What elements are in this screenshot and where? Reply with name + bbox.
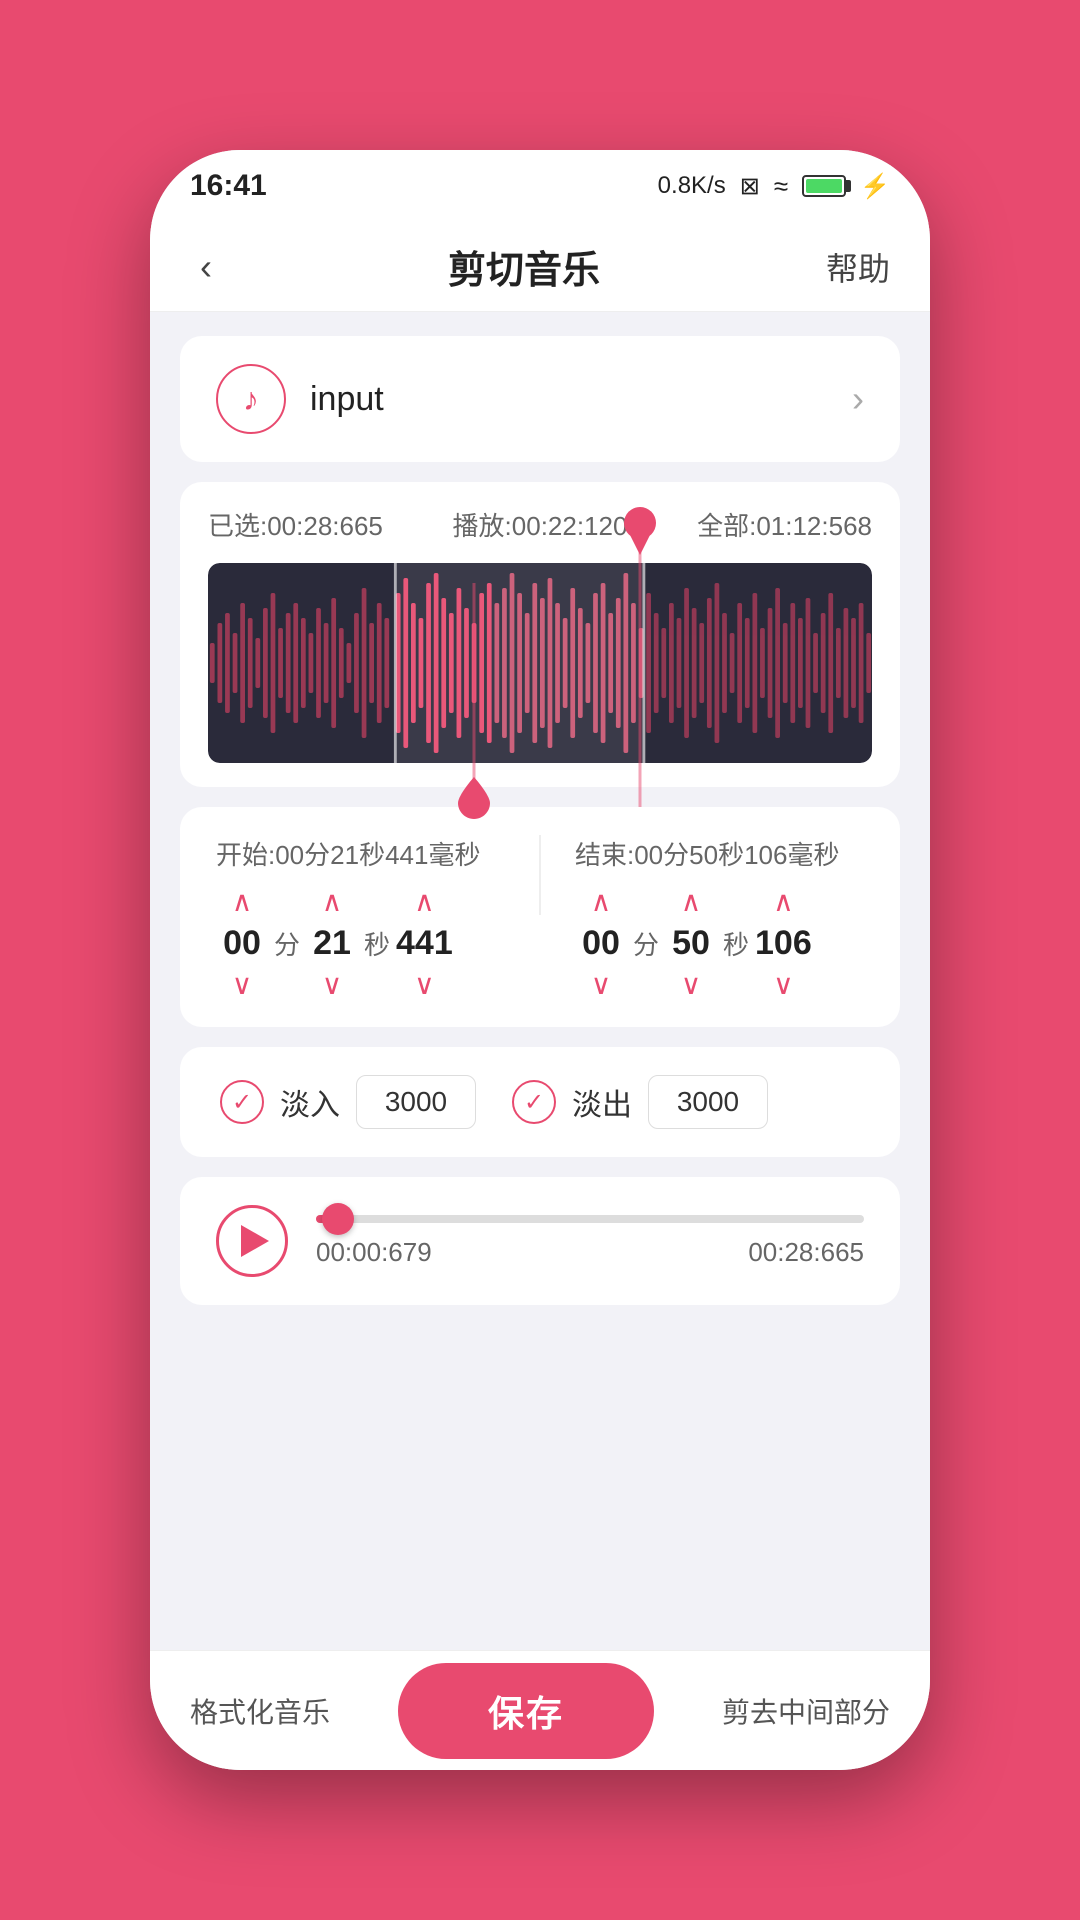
start-ms-value: 441 bbox=[396, 924, 453, 963]
progress-slider[interactable] bbox=[316, 1215, 864, 1223]
status-time: 16:41 bbox=[190, 169, 267, 203]
input-filename: input bbox=[310, 380, 384, 419]
input-left: ♪ input bbox=[216, 364, 384, 434]
battery-fill bbox=[806, 179, 842, 193]
play-triangle-icon bbox=[241, 1225, 269, 1257]
start-min-group: ∧ 00 ∨ bbox=[216, 888, 268, 999]
start-time-section: 开始:00分21秒441毫秒 ∧ 00 ∨ 分 ∧ 21 ∨ bbox=[216, 835, 505, 999]
fade-in-item: ✓ 淡入 bbox=[220, 1075, 476, 1129]
format-music-button[interactable]: 格式化音乐 bbox=[190, 1691, 330, 1731]
end-sec-unit: 秒 bbox=[721, 925, 751, 962]
waveform-svg bbox=[208, 563, 872, 763]
playhead-line-bottom bbox=[472, 583, 475, 783]
end-time-controls: ∧ 00 ∨ 分 ∧ 50 ∨ 秒 ∧ 106 bbox=[575, 888, 864, 999]
waveform-container bbox=[208, 563, 872, 763]
start-sec-group: ∧ 21 ∨ bbox=[306, 888, 358, 999]
end-min-down[interactable]: ∨ bbox=[591, 971, 612, 999]
player-row: 00:00:679 00:28:665 bbox=[216, 1205, 864, 1277]
back-button[interactable]: ‹ bbox=[190, 236, 222, 298]
charging-icon: ⚡ bbox=[860, 172, 890, 201]
bottom-bar: 格式化音乐 保存 剪去中间部分 bbox=[150, 1650, 930, 1770]
waveform-bg bbox=[208, 563, 872, 763]
end-ms-down[interactable]: ∨ bbox=[773, 971, 794, 999]
save-button[interactable]: 保存 bbox=[398, 1663, 654, 1759]
start-sec-unit: 秒 bbox=[362, 925, 392, 962]
trim-middle-button[interactable]: 剪去中间部分 bbox=[722, 1691, 890, 1731]
fade-out-input[interactable] bbox=[648, 1075, 768, 1129]
playback-time: 播放:00:22:120 bbox=[453, 506, 628, 543]
end-sec-group: ∧ 50 ∨ bbox=[665, 888, 717, 999]
play-button[interactable] bbox=[216, 1205, 288, 1277]
fade-out-item: ✓ 淡出 bbox=[512, 1075, 768, 1129]
start-ms-group: ∧ 441 ∨ bbox=[396, 888, 453, 999]
start-ms-down[interactable]: ∨ bbox=[414, 971, 435, 999]
start-ms-up[interactable]: ∧ bbox=[414, 888, 435, 916]
start-min-unit: 分 bbox=[272, 925, 302, 962]
end-min-unit: 分 bbox=[631, 925, 661, 962]
start-time-controls: ∧ 00 ∨ 分 ∧ 21 ∨ 秒 ∧ 441 bbox=[216, 888, 505, 999]
fade-out-label: 淡出 bbox=[572, 1080, 632, 1124]
total-time: 00:28:665 bbox=[748, 1237, 864, 1268]
start-min-value: 00 bbox=[216, 924, 268, 963]
playhead-top-marker bbox=[620, 507, 660, 555]
fade-in-label: 淡入 bbox=[280, 1080, 340, 1124]
page-title: 剪切音乐 bbox=[448, 239, 600, 294]
playhead-bottom-marker bbox=[456, 775, 492, 819]
start-sec-down[interactable]: ∨ bbox=[322, 971, 343, 999]
start-min-down[interactable]: ∨ bbox=[232, 971, 253, 999]
fade-in-check[interactable]: ✓ bbox=[220, 1080, 264, 1124]
time-adjust-card: 开始:00分21秒441毫秒 ∧ 00 ∨ 分 ∧ 21 ∨ bbox=[180, 807, 900, 1027]
phone-frame: 16:41 0.8K/s ⊠ ≈ ⚡ ‹ 剪切音乐 帮助 ♪ input bbox=[150, 150, 930, 1770]
player-slider-section: 00:00:679 00:28:665 bbox=[316, 1215, 864, 1268]
playhead-line-top bbox=[638, 547, 641, 807]
end-sec-down[interactable]: ∨ bbox=[681, 971, 702, 999]
start-sec-up[interactable]: ∧ bbox=[322, 888, 343, 916]
end-sec-value: 50 bbox=[665, 924, 717, 963]
slider-times: 00:00:679 00:28:665 bbox=[316, 1237, 864, 1268]
music-icon-circle: ♪ bbox=[216, 364, 286, 434]
sim-icon: ⊠ bbox=[740, 172, 760, 201]
player-card: 00:00:679 00:28:665 bbox=[180, 1177, 900, 1305]
time-divider bbox=[539, 835, 541, 915]
time-sections: 开始:00分21秒441毫秒 ∧ 00 ∨ 分 ∧ 21 ∨ bbox=[216, 835, 864, 999]
slider-thumb[interactable] bbox=[322, 1203, 354, 1235]
selected-duration: 已选:00:28:665 bbox=[208, 506, 383, 543]
end-time-section: 结束:00分50秒106毫秒 ∧ 00 ∨ 分 ∧ 50 ∨ bbox=[575, 835, 864, 999]
fade-out-check[interactable]: ✓ bbox=[512, 1080, 556, 1124]
battery-icon bbox=[802, 175, 846, 197]
wifi-icon: ≈ bbox=[774, 171, 788, 202]
fade-in-input[interactable] bbox=[356, 1075, 476, 1129]
end-min-value: 00 bbox=[575, 924, 627, 963]
end-time-label: 结束:00分50秒106毫秒 bbox=[575, 835, 864, 872]
input-selector-card[interactable]: ♪ input › bbox=[180, 336, 900, 462]
main-content: ♪ input › 已选:00:28:665 播放:00:22:120 全部:0… bbox=[150, 312, 930, 1650]
fade-card: ✓ 淡入 ✓ 淡出 bbox=[180, 1047, 900, 1157]
chevron-right-icon: › bbox=[852, 378, 864, 420]
end-ms-up[interactable]: ∧ bbox=[773, 888, 794, 916]
start-min-up[interactable]: ∧ bbox=[232, 888, 253, 916]
music-note-icon: ♪ bbox=[243, 381, 259, 418]
status-bar: 16:41 0.8K/s ⊠ ≈ ⚡ bbox=[150, 150, 930, 222]
waveform-stats: 已选:00:28:665 播放:00:22:120 全部:01:12:568 bbox=[208, 506, 872, 543]
end-sec-up[interactable]: ∧ bbox=[681, 888, 702, 916]
header: ‹ 剪切音乐 帮助 bbox=[150, 222, 930, 312]
start-time-label: 开始:00分21秒441毫秒 bbox=[216, 835, 505, 872]
help-button[interactable]: 帮助 bbox=[826, 244, 890, 290]
waveform-card: 已选:00:28:665 播放:00:22:120 全部:01:12:568 bbox=[180, 482, 900, 787]
end-ms-value: 106 bbox=[755, 924, 812, 963]
end-min-up[interactable]: ∧ bbox=[591, 888, 612, 916]
total-duration: 全部:01:12:568 bbox=[697, 506, 872, 543]
current-time: 00:00:679 bbox=[316, 1237, 432, 1268]
status-right: 0.8K/s ⊠ ≈ ⚡ bbox=[658, 171, 890, 202]
end-min-group: ∧ 00 ∨ bbox=[575, 888, 627, 999]
end-ms-group: ∧ 106 ∨ bbox=[755, 888, 812, 999]
battery-body bbox=[802, 175, 846, 197]
start-sec-value: 21 bbox=[306, 924, 358, 963]
network-speed: 0.8K/s bbox=[658, 172, 726, 200]
